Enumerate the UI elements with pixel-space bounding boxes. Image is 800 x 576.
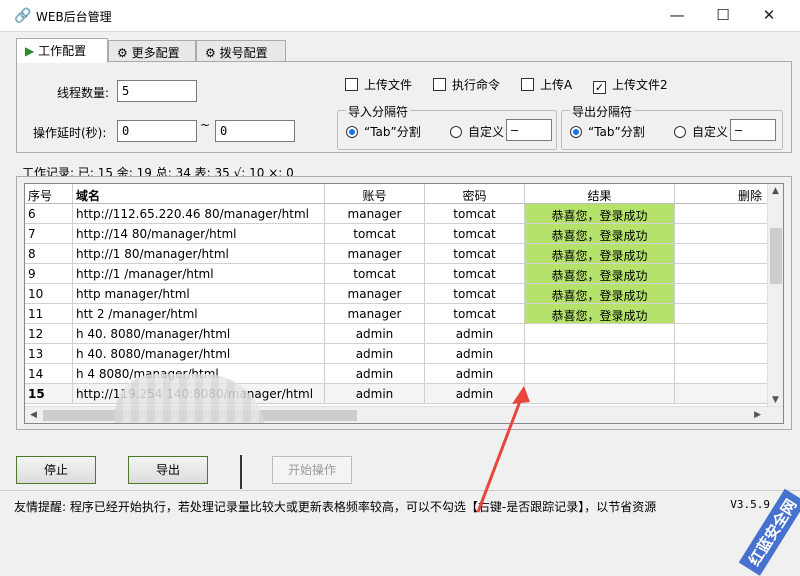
tab-label: 工作配置 bbox=[38, 44, 87, 58]
tab-work-config[interactable]: ▶ 工作配置 bbox=[16, 38, 108, 63]
annotation-arrow bbox=[476, 386, 530, 513]
play-icon: ▶ bbox=[25, 44, 35, 58]
